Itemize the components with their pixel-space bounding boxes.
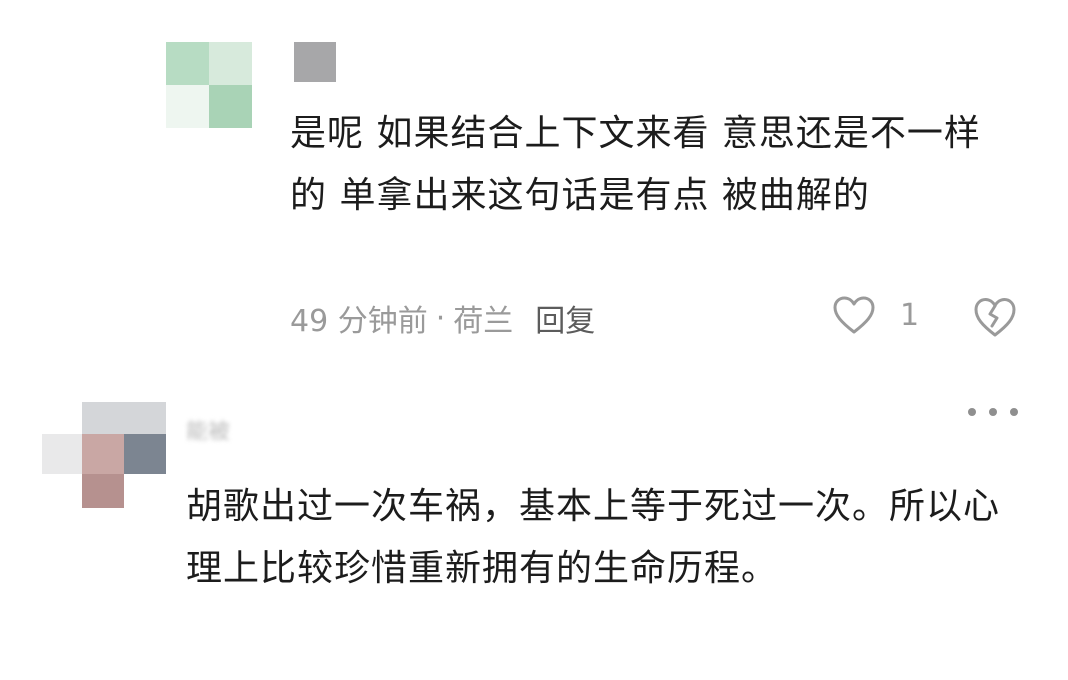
comment-meta: 49 分钟前 · 荷兰 回复 — [290, 296, 595, 340]
comment-text: 胡歌出过一次车祸，基本上等于死过一次。所以心理上比较珍惜重新拥有的生命历程。 — [186, 486, 1001, 589]
meta-separator: · — [435, 300, 446, 336]
broken-heart-icon — [974, 298, 1016, 337]
reply-button[interactable]: 回复 — [535, 296, 595, 340]
location: 荷兰 — [453, 304, 514, 339]
dislike-button[interactable] — [972, 295, 1018, 339]
more-options-button[interactable] — [968, 400, 1018, 424]
username-redacted[interactable] — [294, 42, 336, 82]
like-button[interactable]: 1 — [832, 295, 919, 335]
avatar[interactable] — [42, 384, 166, 508]
reply-comment: 是呢 如果结合上下文来看 意思还是不一样的 单拿出来这句话是有点 被曲解的 49… — [0, 0, 1068, 370]
top-comment: 能被 胡歌出过一次车祸，基本上等于死过一次。所以心理上比较珍惜重新拥有的生命历程… — [0, 370, 1068, 680]
more-dots-icon — [968, 408, 976, 416]
username[interactable]: 能被 — [186, 414, 426, 440]
avatar[interactable] — [166, 42, 252, 128]
comment-text: 是呢 如果结合上下文来看 意思还是不一样的 单拿出来这句话是有点 被曲解的 — [290, 113, 981, 216]
timestamp: 49 分钟前 — [290, 304, 428, 339]
like-count: 1 — [900, 297, 920, 333]
heart-icon — [833, 296, 875, 334]
